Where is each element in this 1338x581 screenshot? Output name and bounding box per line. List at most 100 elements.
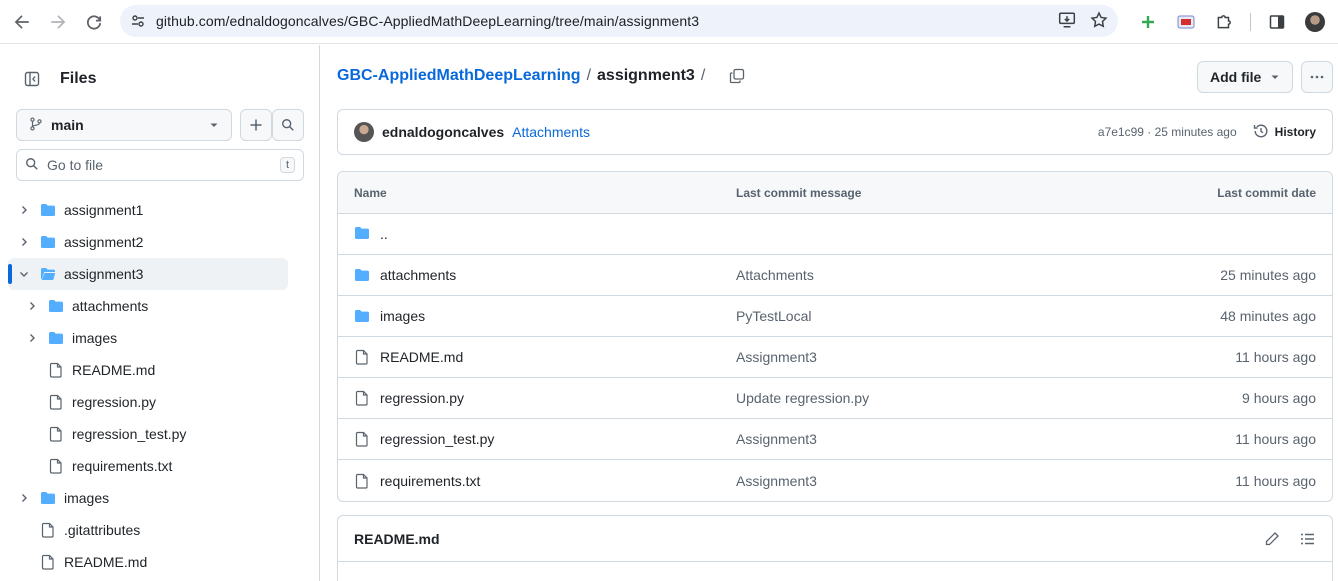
reload-icon[interactable] [76, 4, 112, 40]
tree-item-readme-md[interactable]: README.md [8, 354, 288, 386]
tree-item-regression-test-py[interactable]: regression_test.py [8, 418, 288, 450]
chevron-right-icon[interactable] [16, 234, 32, 250]
file-name-link[interactable]: requirements.txt [380, 473, 480, 489]
search-button[interactable] [272, 109, 304, 141]
tree-item-regression-py[interactable]: regression.py [8, 386, 288, 418]
commit-date: 25 minutes ago [1220, 267, 1316, 283]
chevron-right-icon[interactable] [24, 298, 40, 314]
commit-message-link[interactable]: PyTestLocal [736, 308, 1136, 324]
file-name-link[interactable]: regression_test.py [380, 431, 494, 447]
table-row: requirements.txt Assignment3 11 hours ago [338, 460, 1332, 501]
collapse-sidebar-button[interactable] [16, 63, 48, 95]
profile-avatar[interactable] [1303, 10, 1327, 34]
commit-author[interactable]: ednaldogoncalves [382, 124, 504, 140]
readme-title: README.md [354, 530, 440, 547]
address-bar[interactable]: github.com/ednaldogoncalves/GBC-AppliedM… [120, 5, 1118, 37]
commit-message-link[interactable]: Assignment3 [736, 349, 1136, 365]
file-icon [48, 394, 64, 410]
site-settings-icon[interactable] [120, 13, 156, 29]
add-file-label: Add file [1210, 69, 1262, 85]
back-icon[interactable] [4, 4, 40, 40]
branch-icon [29, 116, 43, 134]
tree-item-assignment2[interactable]: assignment2 [8, 226, 288, 258]
extensions-puzzle-icon[interactable] [1212, 10, 1236, 34]
file-name-link[interactable]: README.md [380, 349, 463, 365]
tree-item-attachments[interactable]: attachments [8, 290, 288, 322]
commit-date: 11 hours ago [1235, 349, 1316, 365]
history-button[interactable]: History [1253, 123, 1316, 142]
breadcrumb-separator: / [586, 67, 592, 84]
file-name-link[interactable]: images [380, 308, 425, 324]
tree-item-label: attachments [72, 298, 149, 314]
table-row: regression_test.py Assignment3 11 hours ag… [338, 419, 1332, 460]
branch-name: main [51, 117, 84, 133]
commit-sha-time[interactable]: a7e1c99 · 25 minutes ago [1098, 125, 1237, 139]
commit-message-link[interactable]: Attachments [736, 267, 1136, 283]
go-to-file-input[interactable]: Go to file t [16, 149, 304, 181]
cell-name: attachments [338, 267, 736, 283]
cell-name: regression.py [338, 390, 736, 406]
add-file-button[interactable] [240, 109, 272, 141]
parent-directory-link[interactable]: .. [380, 226, 388, 242]
file-icon [48, 458, 64, 474]
caret-down-icon [1270, 69, 1280, 85]
file-icon [40, 522, 56, 538]
side-panel-icon[interactable] [1265, 10, 1289, 34]
file-icon [40, 554, 56, 570]
file-icon [48, 426, 64, 442]
tree-item-label: README.md [72, 362, 156, 378]
more-options-button[interactable] [1301, 61, 1333, 93]
commit-message-link[interactable]: Assignment3 [736, 473, 1136, 489]
tree-item-assignment1[interactable]: assignment1 [8, 194, 288, 226]
bookmark-star-icon[interactable] [1090, 10, 1108, 32]
chevron-right-icon[interactable] [16, 202, 32, 218]
branch-selector[interactable]: main [16, 109, 232, 141]
tree-item-assignment3[interactable]: assignment3 [8, 258, 288, 290]
outline-list-icon[interactable] [1300, 531, 1316, 547]
add-file-dropdown-button[interactable]: Add file [1197, 61, 1293, 93]
author-avatar[interactable] [354, 122, 374, 142]
tree-item-readme-md[interactable]: README.md [8, 546, 288, 578]
edit-pencil-icon[interactable] [1264, 531, 1280, 547]
chevron-down-icon[interactable] [16, 266, 32, 282]
folder-icon [354, 225, 370, 244]
go-to-file-placeholder: Go to file [47, 157, 104, 173]
tree-item-images[interactable]: images [8, 322, 288, 354]
extension-plus-icon[interactable] [1136, 10, 1160, 34]
parent-directory-row[interactable]: .. [338, 214, 1332, 255]
forward-icon[interactable] [40, 4, 76, 40]
column-header-name: Name [354, 185, 387, 200]
tree-item-label: requirements.txt [72, 458, 173, 474]
file-name-link[interactable]: regression.py [380, 390, 464, 406]
extension-flag-icon[interactable] [1174, 10, 1198, 34]
chevron-right-icon[interactable] [24, 330, 40, 346]
file-icon [354, 431, 370, 447]
file-icon [354, 349, 370, 365]
column-header-date: Last commit date [1217, 185, 1316, 200]
commit-date: 11 hours ago [1235, 431, 1316, 447]
copy-path-icon[interactable] [729, 68, 745, 84]
tree-item-label: .gitattributes [64, 522, 141, 538]
tree-item--gitattributes[interactable]: .gitattributes [8, 514, 288, 546]
tree-item-label: regression_test.py [72, 426, 187, 442]
tree-item-requirements-txt[interactable]: requirements.txt [8, 450, 288, 482]
tree-item-label: assignment1 [64, 202, 144, 218]
commit-message-link[interactable]: Attachments [512, 124, 1098, 140]
install-app-icon[interactable] [1058, 11, 1076, 32]
file-icon [354, 473, 370, 489]
tree-item-label: regression.py [72, 394, 157, 410]
commit-date: 11 hours ago [1235, 472, 1316, 489]
commit-message-link[interactable]: Update regression.py [736, 390, 1136, 406]
chevron-right-icon[interactable] [16, 490, 32, 506]
breadcrumb-repo-link[interactable]: GBC-AppliedMathDeepLearning [337, 67, 581, 85]
tree-item-images[interactable]: images [8, 482, 288, 514]
commit-message-link[interactable]: Assignment3 [736, 431, 1136, 447]
file-tree-sidebar: Files main Go to file t assignment1 assig… [0, 45, 320, 581]
folder-icon [40, 202, 56, 218]
readme-header: README.md [338, 516, 1332, 562]
commit-date: 9 hours ago [1242, 390, 1316, 406]
file-name-link[interactable]: attachments [380, 267, 456, 283]
